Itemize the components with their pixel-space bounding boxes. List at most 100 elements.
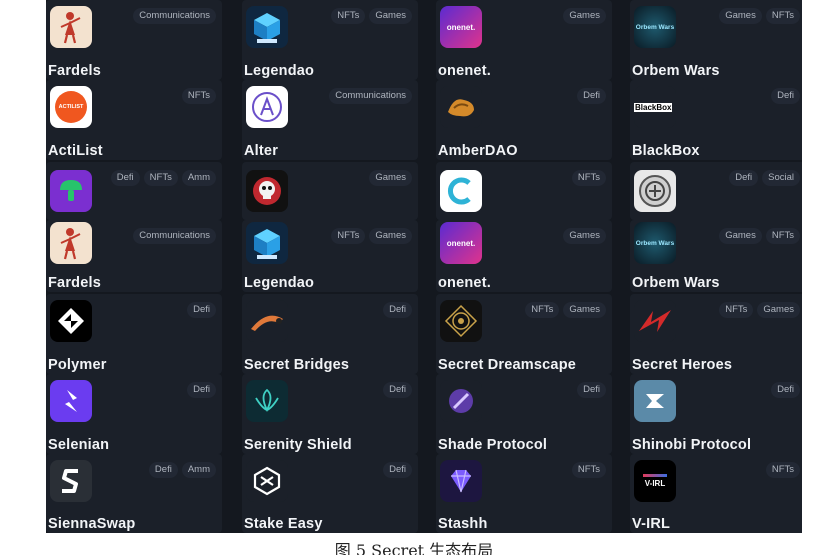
tag-list: Defi (577, 88, 606, 104)
category-tag: NFTs (571, 170, 606, 186)
category-tag: NFTs (571, 462, 606, 478)
app-card[interactable]: NFTs Games Secret Heroes (630, 294, 802, 374)
app-card[interactable]: onenet. Games onenet. (436, 220, 612, 292)
app-card[interactable]: Defi Social (630, 162, 802, 220)
tag-list: NFTs (571, 170, 606, 186)
category-tag: Social (762, 170, 800, 186)
category-tag: NFTs (719, 302, 754, 318)
app-card[interactable]: Defi Serenity Shield (242, 374, 418, 454)
app-card[interactable]: V-IRL NFTs V-IRL (630, 454, 802, 533)
alter-icon (246, 86, 288, 128)
app-card[interactable]: Orbem Wars Games NFTs Orbem Wars (630, 220, 802, 292)
app-card[interactable]: Defi Amm SiennaSwap (46, 454, 222, 533)
selenian-icon (50, 380, 92, 422)
category-tag: Amm (181, 170, 216, 186)
secret-dreamscape-icon (440, 300, 482, 342)
app-card[interactable]: Defi AmberDAO (436, 80, 612, 160)
category-tag: Communications (133, 228, 216, 244)
category-tag: Defi (110, 170, 140, 186)
legendao-icon (246, 6, 288, 48)
skull-icon (246, 170, 288, 212)
app-card[interactable]: BlackBox Defi BlackBox (630, 80, 802, 160)
category-tag: Defi (771, 382, 800, 398)
app-card[interactable]: Defi Stake Easy (242, 454, 418, 533)
figure-caption: 图 5 Secret 生态布局 (334, 541, 494, 555)
tag-list: Defi NFTs Amm (110, 170, 216, 186)
app-card[interactable]: Defi NFTs Amm (46, 162, 222, 220)
mushroom-icon (50, 170, 92, 212)
category-tag: Games (369, 228, 412, 244)
app-card[interactable]: Defi Shade Protocol (436, 374, 612, 454)
app-name: Stake Easy (244, 516, 323, 532)
coin-icon (634, 170, 676, 212)
amberdao-icon (440, 86, 482, 128)
secret-heroes-icon (634, 300, 676, 342)
app-name: Fardels (48, 63, 101, 79)
app-card[interactable]: NFTs Games Legendao (242, 0, 418, 80)
stashh-icon (440, 460, 482, 502)
app-card[interactable]: Orbem Wars Games NFTs Orbem Wars (630, 0, 802, 80)
app-card[interactable]: NFTs (436, 162, 612, 220)
category-tag: NFTs (181, 88, 216, 104)
tag-list: Defi (577, 382, 606, 398)
tag-list: Defi (771, 88, 800, 104)
category-tag: Games (369, 8, 412, 24)
app-card[interactable]: Communications Fardels (46, 0, 222, 80)
category-tag: Defi (187, 302, 216, 318)
category-tag: Communications (329, 88, 412, 104)
app-card[interactable]: onenet. Games onenet. (436, 0, 612, 80)
category-tag: Games (757, 302, 800, 318)
tag-list: NFTs (765, 462, 800, 478)
orbem-wars-icon: Orbem Wars (634, 6, 676, 48)
app-name: Secret Bridges (244, 357, 350, 373)
app-name: Stashh (438, 516, 488, 532)
app-name: onenet. (438, 63, 491, 79)
app-name: ActiList (48, 143, 103, 159)
app-grid: Communications Fardels NFTs Games Legendao o… (46, 0, 802, 533)
app-name: Orbem Wars (632, 63, 720, 79)
app-card[interactable]: NFTs Games Legendao (242, 220, 418, 292)
app-name: BlackBox (632, 143, 700, 159)
app-card[interactable]: Communications Alter (242, 80, 418, 160)
category-tag: Games (369, 170, 412, 186)
category-tag: Games (719, 228, 762, 244)
app-card[interactable]: Defi Polymer (46, 294, 222, 374)
app-name: Legendao (244, 275, 315, 291)
category-tag: NFTs (525, 302, 560, 318)
tag-list: Games (563, 228, 606, 244)
blackbox-icon: BlackBox (634, 86, 676, 128)
tag-list: Defi (383, 462, 412, 478)
tag-list: Games NFTs (719, 8, 800, 24)
app-card[interactable]: Defi Shinobi Protocol (630, 374, 802, 454)
app-card[interactable]: ACTILIST NFTs ActiList (46, 80, 222, 160)
category-tag: Communications (133, 8, 216, 24)
tag-list: Communications (329, 88, 412, 104)
app-name: Orbem Wars (632, 275, 720, 291)
app-card[interactable]: Communications Fardels (46, 220, 222, 292)
app-card[interactable]: Games (242, 162, 418, 220)
app-card[interactable]: Defi Secret Bridges (242, 294, 418, 374)
c-logo-icon (440, 170, 482, 212)
app-name: Shade Protocol (438, 437, 548, 453)
tag-list: Games (369, 170, 412, 186)
app-name: Secret Dreamscape (438, 357, 577, 373)
legendao-icon (246, 222, 288, 264)
serenity-shield-icon (246, 380, 288, 422)
category-tag: NFTs (765, 228, 800, 244)
app-name: SiennaSwap (48, 516, 136, 532)
tag-list: Games (563, 8, 606, 24)
tag-list: Defi (187, 382, 216, 398)
tag-list: Communications (133, 8, 216, 24)
app-card[interactable]: Defi Selenian (46, 374, 222, 454)
actilist-icon: ACTILIST (50, 86, 92, 128)
fardels-icon (50, 222, 92, 264)
app-name: Fardels (48, 275, 101, 291)
secret-bridges-icon (246, 300, 288, 342)
tag-list: Games NFTs (719, 228, 800, 244)
app-card[interactable]: NFTs Games Secret Dreamscape (436, 294, 612, 374)
category-tag: NFTs (765, 462, 800, 478)
category-tag: Amm (181, 462, 216, 478)
app-card[interactable]: NFTs Stashh (436, 454, 612, 533)
app-name: Polymer (48, 357, 107, 373)
app-name: Alter (244, 143, 279, 159)
